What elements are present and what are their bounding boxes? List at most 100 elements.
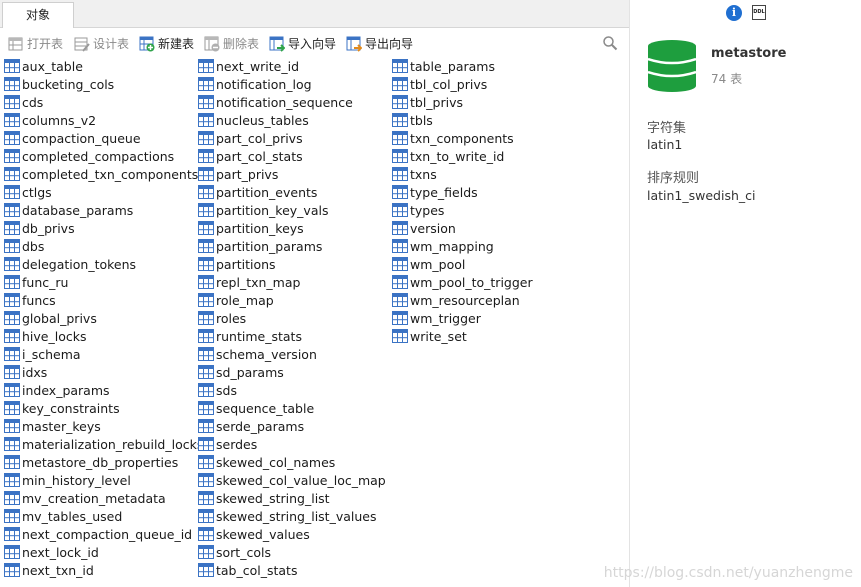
table-name: part_col_stats xyxy=(216,148,303,164)
list-item[interactable]: wm_trigger xyxy=(388,309,533,327)
tab-objects[interactable]: 对象 xyxy=(2,2,74,28)
list-item[interactable]: skewed_col_names xyxy=(194,453,386,471)
list-item[interactable]: database_params xyxy=(0,201,203,219)
list-item[interactable]: skewed_string_list_values xyxy=(194,507,386,525)
list-item[interactable]: part_col_stats xyxy=(194,147,386,165)
list-item[interactable]: db_privs xyxy=(0,219,203,237)
list-item[interactable]: compaction_queue xyxy=(0,129,203,147)
list-item[interactable]: next_lock_id xyxy=(0,543,203,561)
list-item[interactable]: sequence_table xyxy=(194,399,386,417)
list-item[interactable]: skewed_col_value_loc_map xyxy=(194,471,386,489)
open-table-button[interactable]: 打开表 xyxy=(8,35,63,53)
list-item[interactable]: serdes xyxy=(194,435,386,453)
list-item[interactable]: types xyxy=(388,201,533,219)
list-item[interactable]: delegation_tokens xyxy=(0,255,203,273)
list-item[interactable]: txns xyxy=(388,165,533,183)
table-name: skewed_col_names xyxy=(216,454,336,470)
list-item[interactable]: completed_txn_components xyxy=(0,165,203,183)
export-wizard-button[interactable]: 导出向导 xyxy=(346,35,413,53)
list-item[interactable]: skewed_string_list xyxy=(194,489,386,507)
list-item[interactable]: partition_params xyxy=(194,237,386,255)
list-item[interactable]: txn_components xyxy=(388,129,533,147)
list-item[interactable]: tab_col_stats xyxy=(194,561,386,579)
list-item[interactable]: idxs xyxy=(0,363,203,381)
list-item[interactable]: ctlgs xyxy=(0,183,203,201)
list-item[interactable]: next_write_id xyxy=(194,57,386,75)
list-item[interactable]: global_privs xyxy=(0,309,203,327)
list-item[interactable]: part_col_privs xyxy=(194,129,386,147)
list-item[interactable]: partition_keys xyxy=(194,219,386,237)
table-name: part_col_privs xyxy=(216,130,303,146)
new-table-button[interactable]: 新建表 xyxy=(139,35,194,53)
list-item[interactable]: aux_table xyxy=(0,57,203,75)
list-item[interactable]: next_txn_id xyxy=(0,561,203,579)
list-item[interactable]: cds xyxy=(0,93,203,111)
list-item[interactable]: mv_tables_used xyxy=(0,507,203,525)
list-item[interactable]: sd_params xyxy=(194,363,386,381)
list-item[interactable]: partition_events xyxy=(194,183,386,201)
list-item[interactable]: notification_log xyxy=(194,75,386,93)
list-item[interactable]: nucleus_tables xyxy=(194,111,386,129)
list-item[interactable]: tbl_col_privs xyxy=(388,75,533,93)
table-name: metastore_db_properties xyxy=(22,454,179,470)
list-item[interactable]: master_keys xyxy=(0,417,203,435)
list-item[interactable]: wm_pool_to_trigger xyxy=(388,273,533,291)
list-item[interactable]: skewed_values xyxy=(194,525,386,543)
table-icon xyxy=(4,131,20,145)
list-item[interactable]: tbls xyxy=(388,111,533,129)
search-icon[interactable] xyxy=(602,35,618,51)
list-item[interactable]: partition_key_vals xyxy=(194,201,386,219)
import-wizard-button[interactable]: 导入向导 xyxy=(269,35,336,53)
list-item[interactable]: completed_compactions xyxy=(0,147,203,165)
ddl-icon[interactable]: DDL xyxy=(752,5,766,20)
table-name: wm_pool_to_trigger xyxy=(410,274,533,290)
list-item[interactable]: table_params xyxy=(388,57,533,75)
list-item[interactable]: serde_params xyxy=(194,417,386,435)
table-icon xyxy=(4,95,20,109)
list-item[interactable]: hive_locks xyxy=(0,327,203,345)
list-item[interactable]: version xyxy=(388,219,533,237)
list-item[interactable]: metastore_db_properties xyxy=(0,453,203,471)
table-name: funcs xyxy=(22,292,56,308)
list-item[interactable]: role_map xyxy=(194,291,386,309)
design-table-button[interactable]: 设计表 xyxy=(74,35,129,53)
list-item[interactable]: wm_pool xyxy=(388,255,533,273)
table-name: roles xyxy=(216,310,247,326)
list-item[interactable]: runtime_stats xyxy=(194,327,386,345)
list-item[interactable]: txn_to_write_id xyxy=(388,147,533,165)
list-item[interactable]: part_privs xyxy=(194,165,386,183)
list-item[interactable]: min_history_level xyxy=(0,471,203,489)
list-item[interactable]: notification_sequence xyxy=(194,93,386,111)
list-item[interactable]: partitions xyxy=(194,255,386,273)
list-item[interactable]: roles xyxy=(194,309,386,327)
list-item[interactable]: sds xyxy=(194,381,386,399)
list-item[interactable]: write_set xyxy=(388,327,533,345)
list-item[interactable]: i_schema xyxy=(0,345,203,363)
list-item[interactable]: next_compaction_queue_id xyxy=(0,525,203,543)
table-name: notification_sequence xyxy=(216,94,353,110)
list-item[interactable]: wm_mapping xyxy=(388,237,533,255)
table-icon xyxy=(198,419,214,433)
list-item[interactable]: tbl_privs xyxy=(388,93,533,111)
list-item[interactable]: key_constraints xyxy=(0,399,203,417)
list-item[interactable]: dbs xyxy=(0,237,203,255)
list-item[interactable]: repl_txn_map xyxy=(194,273,386,291)
list-item[interactable]: mv_creation_metadata xyxy=(0,489,203,507)
list-item[interactable]: funcs xyxy=(0,291,203,309)
list-item[interactable]: bucketing_cols xyxy=(0,75,203,93)
delete-table-button[interactable]: 删除表 xyxy=(204,35,259,53)
table-icon xyxy=(198,59,214,73)
list-item[interactable]: columns_v2 xyxy=(0,111,203,129)
list-item[interactable]: type_fields xyxy=(388,183,533,201)
table-name: master_keys xyxy=(22,418,101,434)
info-icon[interactable]: i xyxy=(726,5,742,21)
list-item[interactable]: func_ru xyxy=(0,273,203,291)
list-item[interactable]: wm_resourceplan xyxy=(388,291,533,309)
list-item[interactable]: index_params xyxy=(0,381,203,399)
list-item[interactable]: schema_version xyxy=(194,345,386,363)
delete-table-icon xyxy=(204,36,220,52)
table-name: hive_locks xyxy=(22,328,87,344)
table-name: tbl_col_privs xyxy=(410,76,488,92)
list-item[interactable]: materialization_rebuild_locks xyxy=(0,435,203,453)
list-item[interactable]: sort_cols xyxy=(194,543,386,561)
